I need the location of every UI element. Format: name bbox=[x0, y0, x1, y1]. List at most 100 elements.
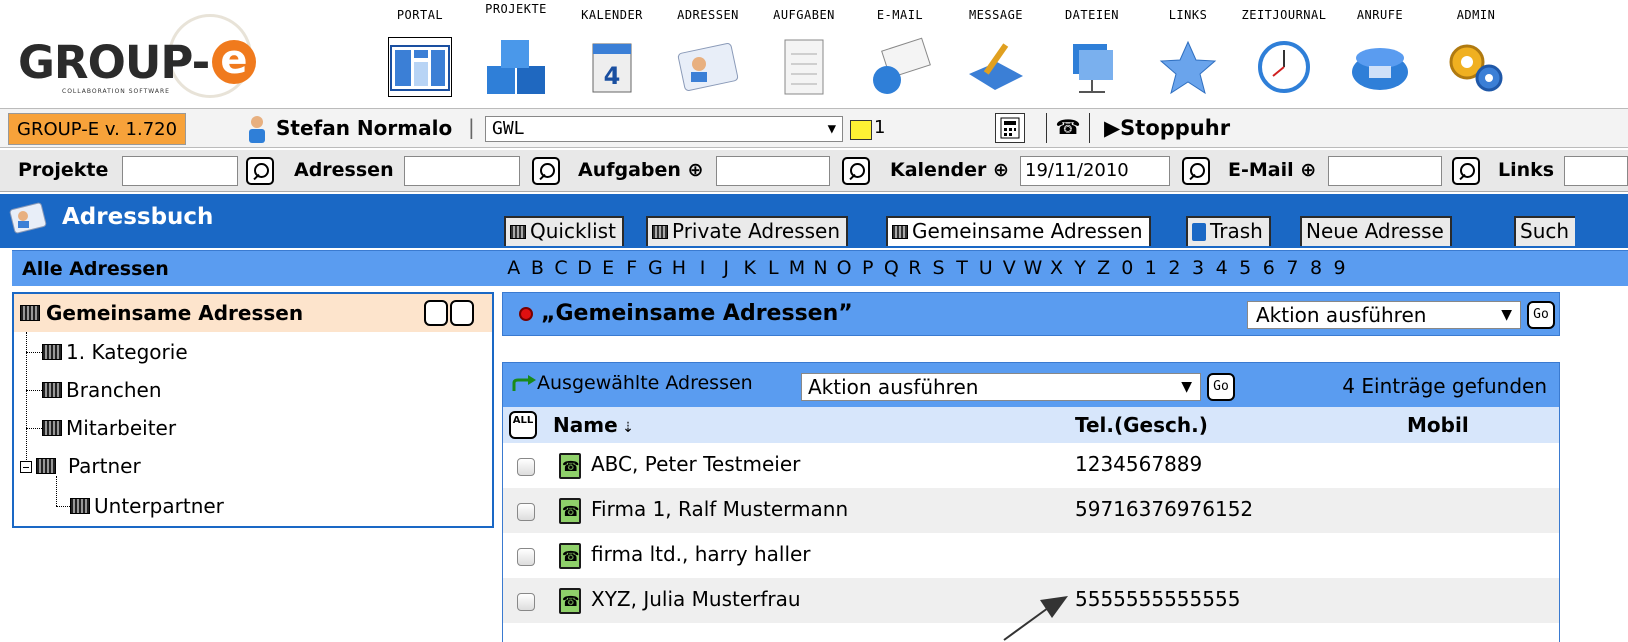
nav-projects[interactable]: PROJEKTE bbox=[468, 0, 564, 106]
addresses-search-icon[interactable] bbox=[532, 157, 560, 185]
projects-search-icon[interactable] bbox=[246, 157, 274, 185]
nav-tasks[interactable]: AUFGABEN bbox=[756, 0, 852, 106]
letter-link[interactable]: L bbox=[762, 257, 786, 279]
tasks-search-icon[interactable] bbox=[842, 157, 870, 185]
letter-link[interactable]: U bbox=[974, 257, 998, 279]
letter-link[interactable]: Q bbox=[880, 257, 904, 279]
letter-link[interactable]: Y bbox=[1068, 257, 1092, 279]
group-e-logo[interactable]: GROUP- e COLLABORATION SOFTWARE bbox=[16, 14, 256, 100]
tree-root-label[interactable]: Gemeinsame Adressen bbox=[46, 301, 303, 325]
nav-email[interactable]: E-MAIL bbox=[852, 0, 948, 106]
tree-item-category[interactable]: 1. Kategorie bbox=[66, 340, 188, 364]
letter-link[interactable]: M bbox=[785, 257, 809, 279]
row-checkbox[interactable] bbox=[517, 458, 535, 476]
email-search-input[interactable] bbox=[1328, 156, 1442, 186]
user-name[interactable]: Stefan Normalo bbox=[276, 116, 452, 140]
nav-calls[interactable]: ANRUFE bbox=[1332, 0, 1428, 106]
nav-timejournal[interactable]: ZEITJOURNAL bbox=[1236, 0, 1332, 106]
nav-message[interactable]: MESSAGE bbox=[948, 0, 1044, 106]
projects-search-input[interactable] bbox=[122, 156, 238, 186]
tasks-search-label[interactable]: Aufgaben ⊕ bbox=[578, 159, 703, 181]
nav-addresses[interactable]: ADRESSEN bbox=[660, 0, 756, 106]
letter-link[interactable]: R bbox=[903, 257, 927, 279]
phone-card-icon[interactable] bbox=[559, 453, 581, 479]
letter-link[interactable]: 3 bbox=[1186, 257, 1210, 279]
addresses-search-input[interactable] bbox=[404, 156, 520, 186]
tree-root-row[interactable]: Gemeinsame Adressen bbox=[14, 294, 492, 332]
letter-link[interactable]: 6 bbox=[1257, 257, 1281, 279]
email-search-icon[interactable] bbox=[1452, 157, 1480, 185]
table-row[interactable]: ABC, Peter Testmeier 1234567889 bbox=[503, 443, 1559, 488]
column-phone-business[interactable]: Tel.(Gesch.) bbox=[1075, 413, 1208, 437]
calculator-icon[interactable] bbox=[995, 113, 1025, 143]
letter-link[interactable]: D bbox=[573, 257, 597, 279]
phone-card-icon[interactable] bbox=[559, 498, 581, 524]
notes-count[interactable]: 1 bbox=[874, 117, 885, 138]
select-all-button[interactable]: ALL bbox=[509, 411, 537, 439]
contact-name[interactable]: ABC, Peter Testmeier bbox=[591, 452, 800, 476]
row-checkbox[interactable] bbox=[517, 593, 535, 611]
calendar-search-icon[interactable] bbox=[1182, 157, 1210, 185]
tab-shared-addresses[interactable]: Gemeinsame Adressen bbox=[886, 216, 1151, 246]
contact-name[interactable]: firma ltd., harry haller bbox=[591, 542, 811, 566]
tab-private-addresses[interactable]: Private Adressen bbox=[646, 216, 849, 246]
tree-item-partner[interactable]: Partner bbox=[68, 454, 141, 478]
new-folder-icon[interactable] bbox=[424, 300, 448, 326]
collapse-icon[interactable] bbox=[20, 461, 32, 473]
tab-trash[interactable]: Trash bbox=[1186, 216, 1271, 246]
group-select[interactable]: GWL ▼ bbox=[485, 116, 843, 142]
all-addresses-link[interactable]: Alle Adressen bbox=[22, 258, 169, 280]
calendar-date-input[interactable]: 19/11/2010 bbox=[1020, 156, 1170, 186]
letter-link[interactable]: H bbox=[667, 257, 691, 279]
sticky-note-icon[interactable] bbox=[850, 120, 872, 140]
nav-files[interactable]: DATEIEN bbox=[1044, 0, 1140, 106]
letter-link[interactable]: N bbox=[809, 257, 833, 279]
tasks-search-input[interactable] bbox=[716, 156, 830, 186]
email-search-label[interactable]: E-Mail ⊕ bbox=[1228, 159, 1316, 181]
letter-link[interactable]: K bbox=[738, 257, 762, 279]
phone-card-icon[interactable] bbox=[559, 588, 581, 614]
letter-link[interactable]: B bbox=[526, 257, 550, 279]
table-row[interactable]: Firma 1, Ralf Mustermann 59716376976152 bbox=[503, 488, 1559, 533]
column-mobile[interactable]: Mobil bbox=[1407, 413, 1469, 437]
letter-link[interactable]: 4 bbox=[1210, 257, 1234, 279]
contact-name[interactable]: XYZ, Julia Musterfrau bbox=[591, 587, 801, 611]
letter-link[interactable]: 5 bbox=[1233, 257, 1257, 279]
folder-action-select[interactable]: Aktion ausführen ▼ bbox=[1247, 301, 1521, 329]
letter-link[interactable]: E bbox=[596, 257, 620, 279]
letter-link[interactable]: A bbox=[502, 257, 526, 279]
letter-link[interactable]: I bbox=[691, 257, 715, 279]
nav-calendar[interactable]: KALENDER 4 bbox=[564, 0, 660, 106]
stopwatch-button[interactable]: ▶Stoppuhr bbox=[1104, 116, 1230, 140]
letter-link[interactable]: J bbox=[714, 257, 738, 279]
phone-card-icon[interactable] bbox=[559, 543, 581, 569]
edit-folder-icon[interactable] bbox=[450, 300, 474, 326]
links-search-input[interactable] bbox=[1564, 156, 1628, 186]
contact-name[interactable]: Firma 1, Ralf Mustermann bbox=[591, 497, 848, 521]
letter-link[interactable]: 7 bbox=[1281, 257, 1305, 279]
letter-link[interactable]: 2 bbox=[1163, 257, 1187, 279]
letter-link[interactable]: O bbox=[832, 257, 856, 279]
letter-link[interactable]: 8 bbox=[1304, 257, 1328, 279]
tree-item-subpartner[interactable]: Unterpartner bbox=[94, 494, 224, 518]
row-checkbox[interactable] bbox=[517, 503, 535, 521]
letter-link[interactable]: G bbox=[644, 257, 668, 279]
letter-link[interactable]: C bbox=[549, 257, 573, 279]
letter-link[interactable]: X bbox=[1045, 257, 1069, 279]
tree-item-branches[interactable]: Branchen bbox=[66, 378, 162, 402]
table-row[interactable]: firma ltd., harry haller bbox=[503, 533, 1559, 578]
go-button[interactable]: Go bbox=[1527, 301, 1555, 329]
tab-quicklist[interactable]: Quicklist bbox=[504, 216, 624, 246]
nav-admin[interactable]: ADMIN bbox=[1428, 0, 1524, 106]
column-name[interactable]: Name ⇣ bbox=[553, 413, 634, 437]
tab-search[interactable]: Such bbox=[1514, 216, 1576, 246]
letter-link[interactable]: 1 bbox=[1139, 257, 1163, 279]
tree-item-employees[interactable]: Mitarbeiter bbox=[66, 416, 176, 440]
tab-new-address[interactable]: Neue Adresse bbox=[1300, 216, 1452, 246]
phone-icon[interactable]: ☎ bbox=[1046, 113, 1090, 143]
row-checkbox[interactable] bbox=[517, 548, 535, 566]
nav-portal[interactable]: PORTAL bbox=[372, 0, 468, 106]
letter-link[interactable]: 9 bbox=[1328, 257, 1352, 279]
letter-link[interactable]: P bbox=[856, 257, 880, 279]
letter-link[interactable]: W bbox=[1021, 257, 1045, 279]
